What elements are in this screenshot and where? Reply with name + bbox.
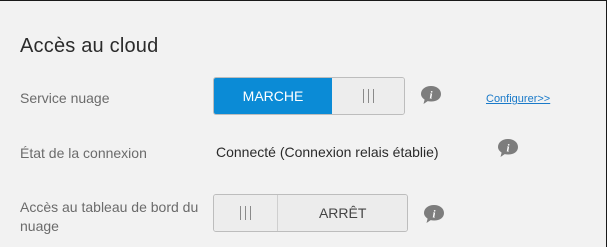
cloud-service-toggle-on[interactable]: MARCHE [214, 78, 332, 114]
cloud-access-panel: Accès au cloud Service nuage MARCHE i Co… [0, 0, 607, 247]
section-title: Accès au cloud [20, 35, 159, 57]
info-icon[interactable]: i [423, 204, 445, 224]
dashboard-access-toggle-handle[interactable] [214, 195, 278, 231]
cloud-service-label: Service nuage [20, 90, 110, 106]
cloud-service-toggle[interactable]: MARCHE [213, 77, 405, 115]
info-icon[interactable]: i [420, 85, 442, 105]
dashboard-access-label: Accès au tableau de bord du nuage [20, 199, 199, 234]
info-icon[interactable]: i [497, 138, 519, 158]
connection-status-label: État de la connexion [20, 145, 147, 161]
connection-status-value: Connecté (Connexion relais établie) [216, 144, 439, 160]
configure-link[interactable]: Configurer>> [486, 93, 550, 105]
dashboard-access-toggle[interactable]: ARRÊT [213, 194, 408, 232]
dashboard-access-toggle-off[interactable]: ARRÊT [277, 195, 407, 231]
cloud-service-toggle-handle[interactable] [332, 78, 404, 114]
